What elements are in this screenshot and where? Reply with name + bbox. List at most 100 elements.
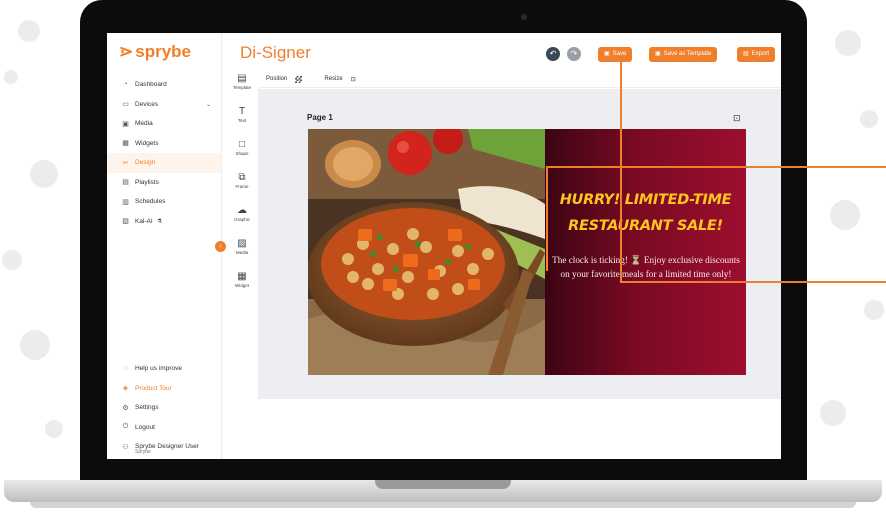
brand-name: sprybe: [135, 42, 191, 61]
brand-logo[interactable]: ⋗ sprybe: [119, 42, 191, 62]
tool-template[interactable]: ▤ Template: [226, 73, 258, 106]
sidebar-item-media[interactable]: ▣ Media: [107, 114, 221, 134]
tool-shape[interactable]: □ Shape: [226, 139, 258, 172]
sidebar-item-label: Schedules: [135, 198, 166, 206]
save-label: Save: [612, 51, 627, 57]
playlists-icon: ▤: [122, 179, 129, 187]
sidebar-item-label: Widgets: [135, 139, 159, 147]
undo-button[interactable]: ↶: [546, 47, 560, 61]
sidebar-item-kal-ai[interactable]: ▧ Kal-AI ⚗: [107, 212, 221, 232]
frame-icon: ⧉: [238, 172, 246, 183]
sidebar-item-schedules[interactable]: ▥ Schedules: [107, 192, 221, 212]
tool-label: Shape: [235, 151, 249, 156]
page-lock-icon[interactable]: ⊡: [733, 113, 741, 124]
user-org: Sprybe: [135, 449, 151, 455]
transparency-icon[interactable]: [295, 75, 303, 83]
sidebar-item-help[interactable]: ◌ Help us improve: [107, 359, 221, 379]
sidebar-item-label: Design: [135, 159, 156, 167]
sidebar-item-devices[interactable]: ▭ Devices ⌄: [107, 95, 221, 115]
sidebar-nav: ◔ Dashboard ▭ Devices ⌄ ▣ Media ▦ Widgets ✂ De…: [107, 75, 221, 231]
callout-line-lower: [620, 281, 886, 283]
app-screen: ⋗ sprybe ◔ Dashboard ▭ Devices ⌄ ▣ Media ▦ Wi…: [107, 33, 781, 459]
ai-icon: ▧: [122, 218, 129, 226]
redo-button[interactable]: ↷: [567, 47, 581, 61]
callout-line-upper: [546, 166, 886, 168]
tool-widget[interactable]: ▦ Widget: [226, 271, 258, 304]
tool-media[interactable]: ▨ Media: [226, 238, 258, 271]
save-as-template-button[interactable]: ▣ Save as Template: [649, 47, 718, 62]
media-icon: ▣: [122, 120, 129, 128]
tool-text[interactable]: T Text: [226, 106, 258, 139]
sidebar-collapse-button[interactable]: ›: [215, 241, 226, 252]
sidebar-item-logout[interactable]: ⏻ Logout: [107, 418, 221, 438]
sidebar-item-playlists[interactable]: ▤ Playlists: [107, 173, 221, 193]
laptop-notch: [375, 480, 511, 489]
user-icon: ⚇: [122, 443, 129, 451]
promo-title-line2: RESTAURANT SALE!: [568, 218, 723, 234]
element-toolbar: Position Resize ⊡: [258, 71, 781, 88]
user-profile[interactable]: ⚇ Sprybe Designer User: [107, 437, 221, 457]
sidebar-item-label: Product Tour: [135, 384, 172, 392]
callout-line-left: [546, 166, 548, 271]
promo-body[interactable]: The clock is ticking! ⏳ Enjoy exclusive …: [551, 253, 741, 281]
logout-icon: ⏻: [122, 423, 129, 431]
tool-label: Media: [235, 250, 249, 255]
tool-label: Widget: [234, 283, 249, 288]
sidebar-item-label: Playlists: [135, 178, 159, 186]
dashboard-icon: ◔: [123, 81, 128, 89]
sidebar-item-product-tour[interactable]: ◈ Product Tour: [107, 379, 221, 399]
food-photo[interactable]: [308, 129, 545, 375]
template-icon: ▤: [237, 73, 247, 84]
sidebar-item-label: Devices: [135, 100, 159, 108]
tool-label: Frame: [235, 184, 249, 189]
resize-button[interactable]: Resize: [324, 76, 342, 82]
export-button[interactable]: ▤ Export: [737, 47, 776, 62]
save-template-label: Save as Template: [663, 51, 712, 57]
tool-label: Text: [237, 118, 247, 123]
widgets-icon: ▦: [122, 140, 129, 148]
position-button[interactable]: Position: [266, 76, 287, 82]
page-label: Page 1: [307, 113, 333, 122]
sidebar-item-label: Kal-AI: [135, 217, 153, 225]
promo-title[interactable]: HURRY! LIMITED-TIME RESTAURANT SALE!: [545, 187, 746, 239]
sidebar: ⋗ sprybe ◔ Dashboard ▭ Devices ⌄ ▣ Media ▦ Wi…: [107, 33, 221, 459]
app-title: Di-Signer: [240, 43, 311, 62]
sidebar-item-settings[interactable]: ⚙ Settings: [107, 398, 221, 418]
tool-label: Graphic: [234, 217, 250, 222]
sidebar-item-label: Settings: [135, 404, 159, 412]
brand-logo-icon: ⋗: [119, 42, 134, 61]
sidebar-item-widgets[interactable]: ▦ Widgets: [107, 134, 221, 154]
sidebar-item-label: Dashboard: [135, 81, 167, 89]
sidebar-item-design[interactable]: ✂ Design: [107, 153, 221, 173]
save-icon: ▣: [604, 51, 610, 57]
media-tool-icon: ▨: [237, 238, 247, 249]
text-icon: T: [238, 106, 246, 117]
sidebar-item-label: Help us improve: [135, 365, 182, 373]
widget-icon: ▦: [237, 271, 247, 282]
chevron-down-icon[interactable]: ⌄: [206, 101, 211, 108]
promo-title-line1: HURRY! LIMITED-TIME: [559, 192, 732, 208]
design-icon: ✂: [122, 159, 129, 167]
sidebar-item-label: Logout: [135, 423, 155, 431]
food-photo-image: [308, 129, 545, 375]
export-label: Export: [751, 51, 770, 57]
sidebar-item-dashboard[interactable]: ◔ Dashboard: [107, 75, 221, 95]
sidebar-bottom: ◌ Help us improve ◈ Product Tour ⚙ Settings…: [107, 359, 221, 457]
webcam-icon: [521, 14, 527, 20]
devices-icon: ▭: [122, 101, 129, 109]
flask-icon: ⚗: [156, 218, 163, 225]
tool-graphic[interactable]: ☁ Graphic: [226, 205, 258, 238]
template-save-icon: ▣: [655, 51, 661, 57]
shape-icon: □: [238, 139, 246, 150]
schedules-icon: ▥: [122, 198, 129, 206]
tool-panel: ▤ Template T Text □ Shape ⧉ Frame ☁ Graphic ▨…: [226, 73, 258, 304]
tool-frame[interactable]: ⧉ Frame: [226, 172, 258, 205]
graphic-icon: ☁: [237, 205, 247, 216]
lock-small-icon[interactable]: ⊡: [351, 76, 356, 83]
callout-line-top: [600, 60, 622, 62]
help-icon: ◌: [123, 365, 128, 373]
export-icon: ▤: [743, 51, 749, 57]
callout-line-vertical: [620, 60, 622, 282]
tool-label: Template: [232, 85, 252, 90]
settings-icon: ⚙: [122, 404, 129, 412]
